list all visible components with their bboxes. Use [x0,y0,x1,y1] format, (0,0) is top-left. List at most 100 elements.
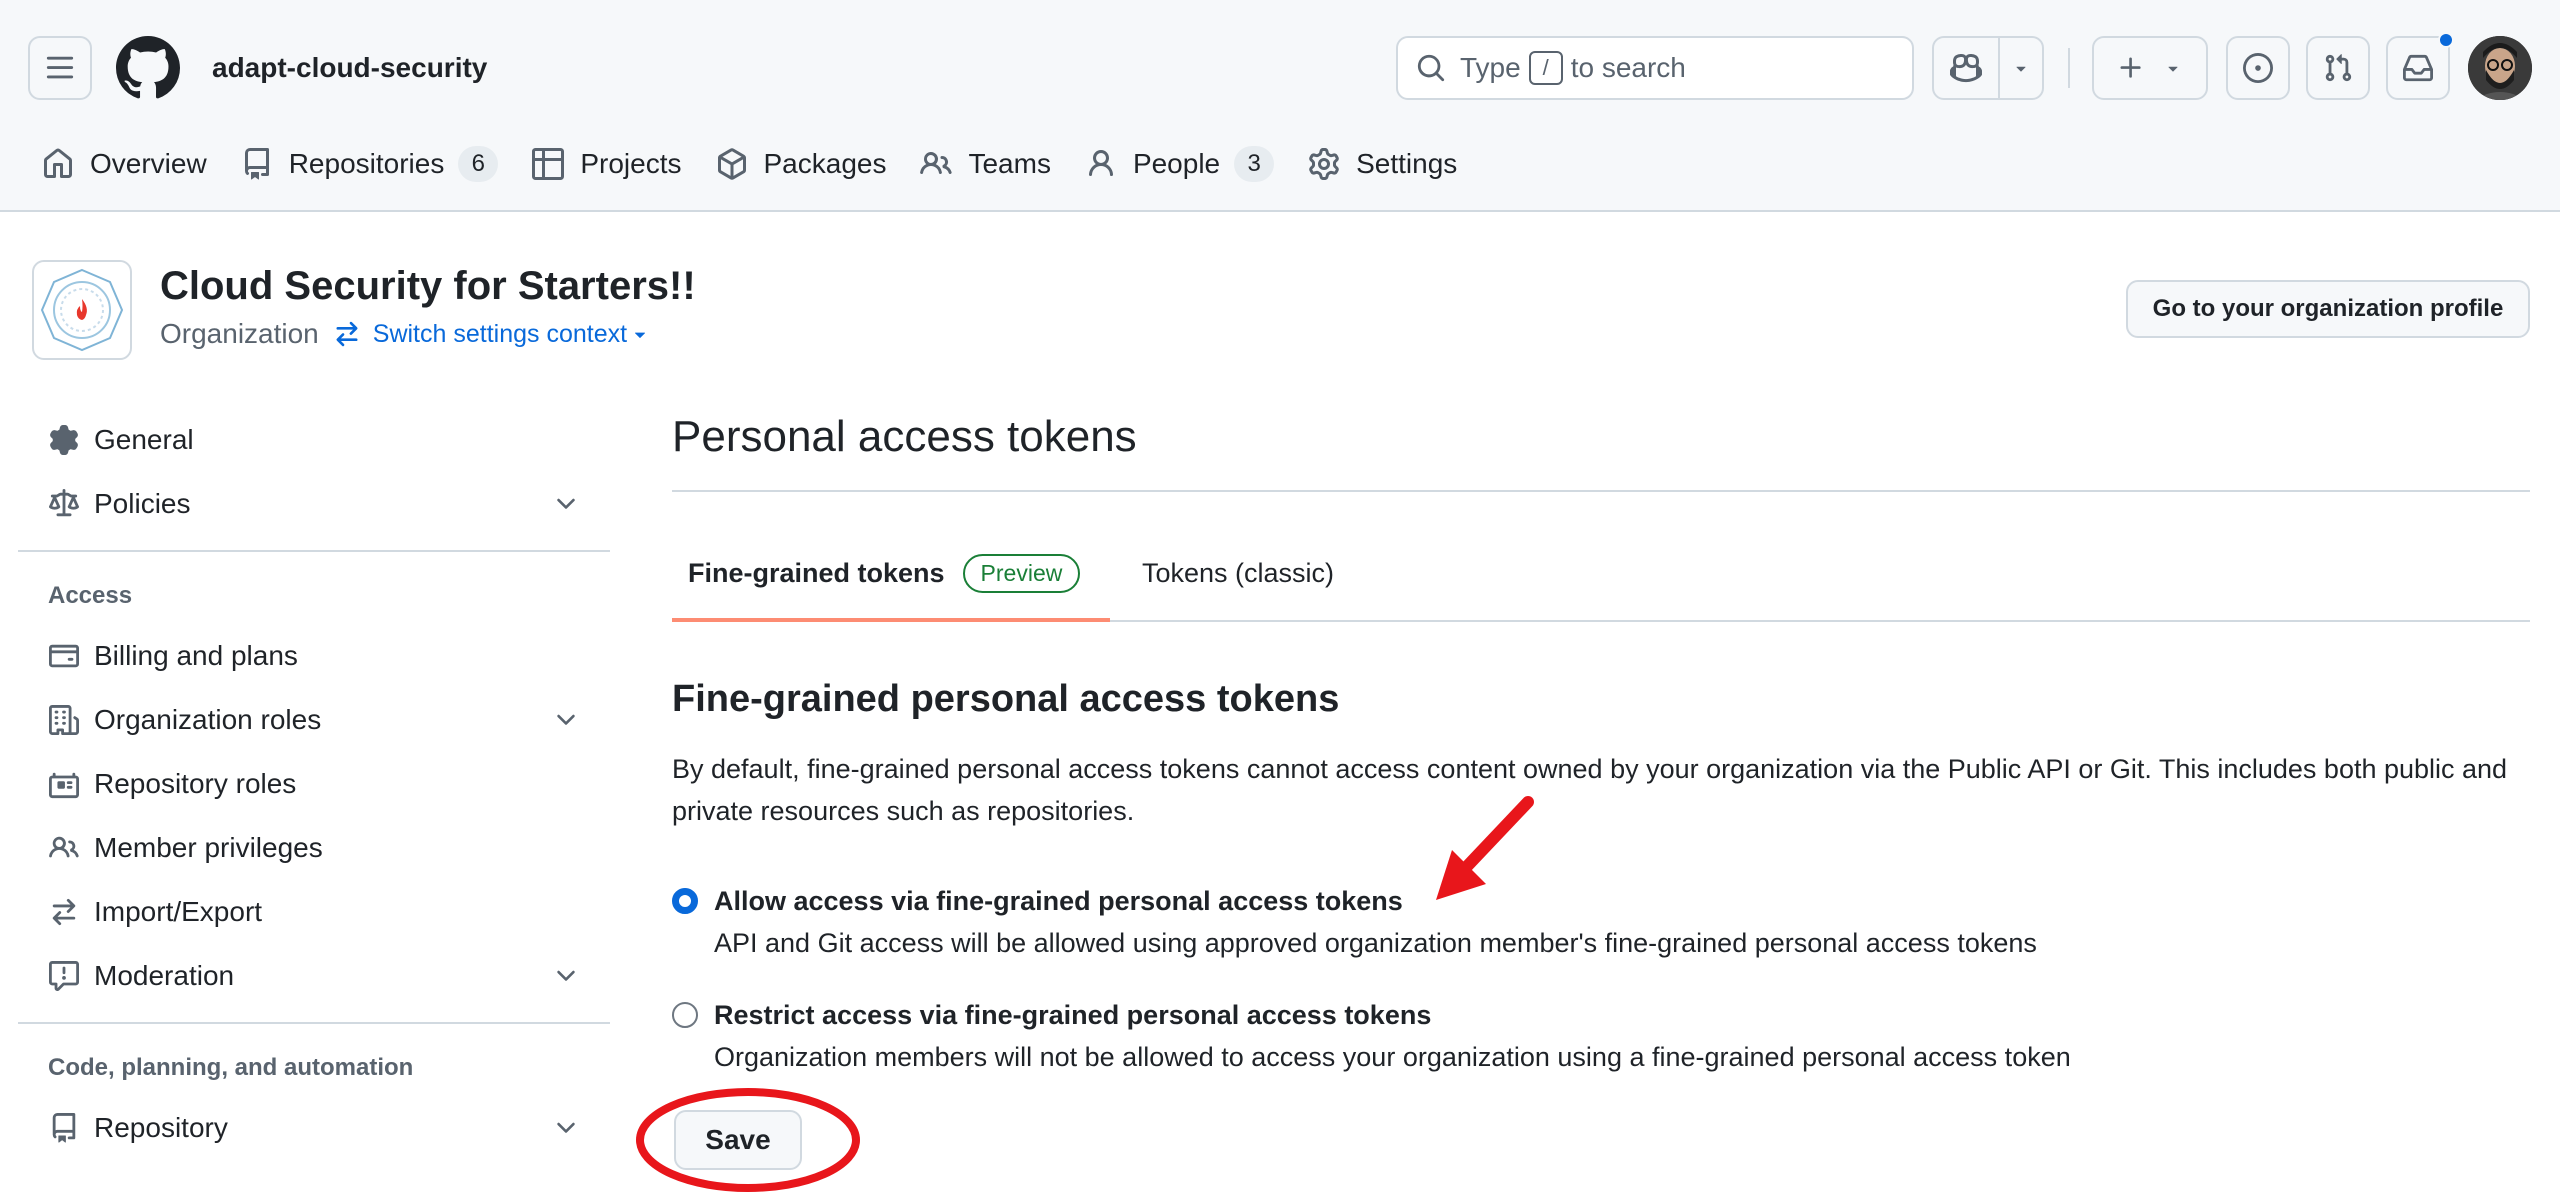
people-icon [920,151,953,175]
user-avatar[interactable] [2468,36,2532,100]
top-bar: adapt-cloud-security Type / to search [0,0,2560,136]
home-icon [44,148,72,178]
repo-icon [48,1112,80,1144]
search-input[interactable]: Type / to search [1396,36,1914,100]
github-logo-icon[interactable] [116,36,180,100]
arrow-switch-icon [336,321,358,347]
hamburger-icon [46,56,74,79]
nav-people[interactable]: People 3 [1071,136,1288,192]
chevron-down-icon [557,1122,575,1133]
credit-card-icon [48,640,80,672]
copilot-button[interactable] [1934,38,1998,98]
allow-access-note: API and Git access will be allowed using… [714,928,2037,958]
menu-button[interactable] [28,36,92,100]
nav-label: Repositories [288,148,445,179]
nav-packages[interactable]: Packages [702,136,901,192]
issue-opened-icon [2243,53,2273,83]
tab-fine-grained-tokens[interactable]: Fine-grained tokens Preview [672,540,1110,622]
restrict-access-radio[interactable] [672,1002,698,1028]
sidebar-item-label: General [94,424,194,455]
sidebar-item-label: Moderation [94,960,235,991]
sidebar-item-billing[interactable]: Billing and plans [18,624,610,688]
triangle-down-icon [2016,66,2026,72]
token-tabs: Fine-grained tokens Preview Tokens (clas… [672,540,2530,622]
option-text: Restrict access via fine-grained persona… [714,998,2071,1074]
sidebar-item-organization-roles[interactable]: Organization roles [18,688,610,752]
report-icon [48,960,80,992]
option-text: Allow access via fine-grained personal a… [714,884,2037,960]
git-pull-request-icon [2325,54,2352,82]
save-button[interactable]: Save [674,1110,802,1170]
nav-label: Projects [580,148,682,179]
chevron-down-icon [557,970,575,981]
sidebar-divider [18,550,610,552]
option-restrict-access[interactable]: Restrict access via fine-grained persona… [672,998,2071,1074]
repo-icon [244,148,269,180]
inbox-icon [2403,54,2433,82]
search-suffix: to search [1570,52,1686,83]
table-icon [532,148,565,180]
create-new-button[interactable] [2092,36,2208,100]
gear-icon [48,424,80,456]
people-count: 3 [1234,146,1275,182]
sidebar-item-label: Repository roles [94,768,297,799]
sidebar-item-label: Organization roles [94,704,322,735]
sidebar-item-general[interactable]: General [18,408,610,472]
org-subtitle: Organization Switch settings context [160,318,651,350]
go-to-profile-button[interactable]: Go to your organization profile [2126,280,2530,338]
org-avatar [32,260,132,360]
title-divider [672,490,2530,492]
allow-access-label: Allow access via fine-grained personal a… [714,886,1403,916]
org-name-link[interactable]: adapt-cloud-security [212,52,487,84]
option-allow-access[interactable]: Allow access via fine-grained personal a… [672,884,2037,960]
sidebar-section-code: Code, planning, and automation [48,1054,414,1081]
sidebar-item-policies[interactable]: Policies [18,472,610,536]
issues-button[interactable] [2226,36,2290,100]
id-badge-icon [48,768,80,800]
organization-icon [48,704,80,736]
sidebar-item-import-export[interactable]: Import/Export [18,880,610,944]
copilot-dropdown-button[interactable] [1998,38,2042,98]
switch-context-label: Switch settings context [372,319,628,348]
sidebar-item-label: Repository [94,1112,228,1143]
sidebar-item-moderation[interactable]: Moderation [18,944,610,1008]
nav-overview[interactable]: Overview [28,136,221,192]
restrict-access-label: Restrict access via fine-grained persona… [714,1000,1432,1030]
person-icon [1088,150,1113,177]
tab-label: Fine-grained tokens [688,558,945,588]
sidebar-item-label: Import/Export [94,896,263,927]
pull-requests-button[interactable] [2306,36,2370,100]
nav-label: Overview [90,148,207,179]
tab-tokens-classic[interactable]: Tokens (classic) [1142,540,1334,622]
people-icon [48,832,80,864]
org-title: Cloud Security for Starters!! [160,264,696,308]
search-prefix: Type [1460,52,1521,83]
copilot-icon [1950,53,1982,83]
settings-sidebar: General Policies Access Billing and plan… [18,408,610,1160]
sidebar-item-repository[interactable]: Repository [18,1096,610,1160]
page-title: Personal access tokens [672,412,1137,461]
package-icon [717,148,746,180]
search-shortcut-key: / [1528,51,1563,85]
chevron-down-icon [557,498,575,509]
law-icon [48,488,80,520]
app-header: adapt-cloud-security Type / to search Ov… [0,0,2560,212]
sidebar-item-repository-roles[interactable]: Repository roles [18,752,610,816]
switch-settings-context-button[interactable]: Switch settings context [333,320,651,349]
nav-projects[interactable]: Projects [518,136,695,192]
sidebar-divider [18,1022,610,1024]
sidebar-item-member-privileges[interactable]: Member privileges [18,816,610,880]
sidebar-section-access: Access [48,582,133,609]
allow-access-radio[interactable] [672,888,698,914]
nav-label: Packages [763,148,887,179]
restrict-access-note: Organization members will not be allowed… [714,1042,2071,1072]
header-divider [2068,48,2070,88]
plus-icon [2120,57,2141,78]
arrow-switch-icon [48,896,80,928]
repositories-count: 6 [458,146,499,182]
nav-teams[interactable]: Teams [906,136,1064,192]
copilot-button-group [1932,36,2044,100]
unread-indicator [2438,32,2454,48]
nav-repositories[interactable]: Repositories 6 [227,136,513,192]
nav-settings[interactable]: Settings [1294,136,1471,192]
